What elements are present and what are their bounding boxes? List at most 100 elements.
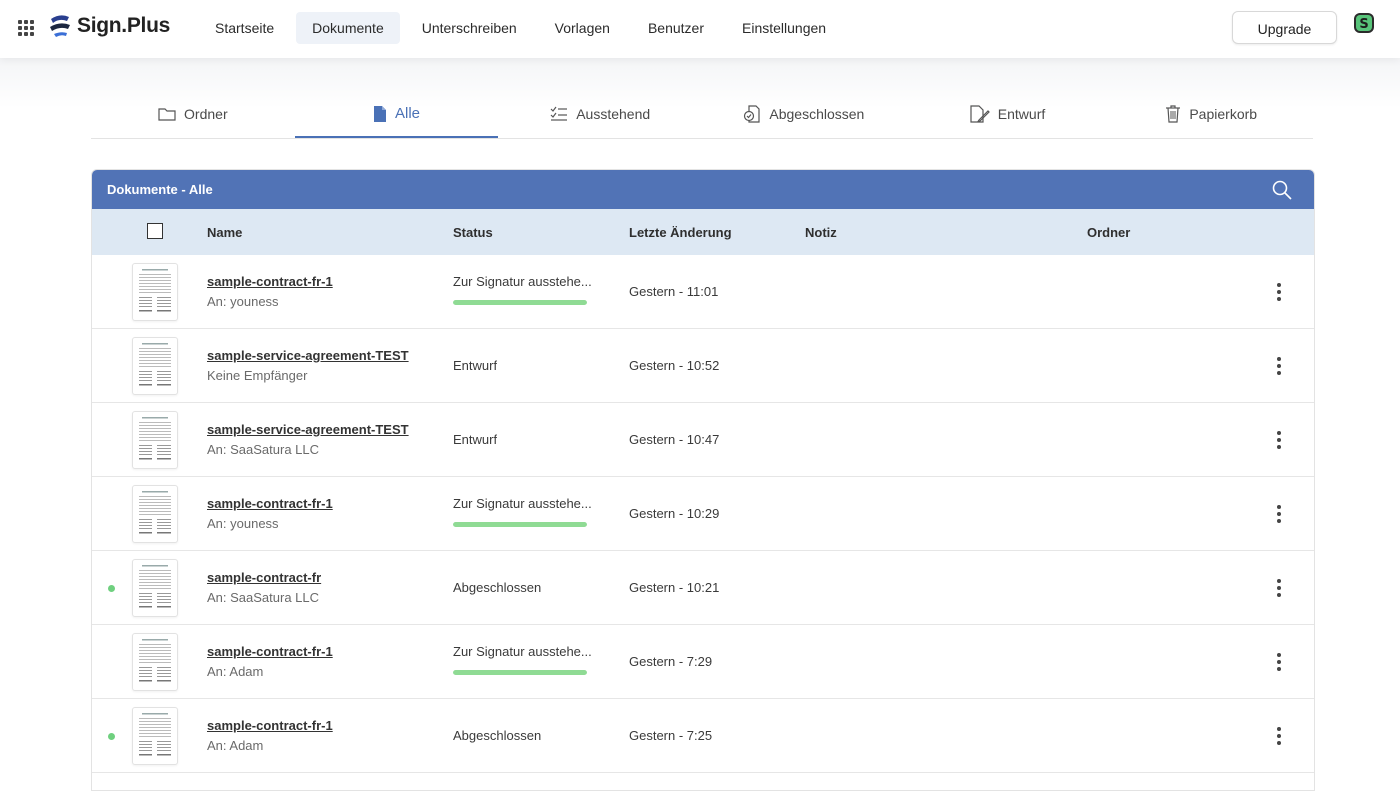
document-icon bbox=[374, 105, 386, 122]
svg-text:S: S bbox=[1359, 17, 1368, 32]
more-vertical-icon bbox=[1273, 727, 1285, 745]
column-header-name[interactable]: Name bbox=[207, 225, 242, 240]
last-modified: Gestern - 7:25 bbox=[629, 728, 713, 743]
document-name-link[interactable]: sample-contract-fr-1 bbox=[207, 718, 333, 733]
tab-ausstehend[interactable]: Ausstehend bbox=[498, 90, 702, 137]
document-recipient: An: SaaSatura LLC bbox=[207, 442, 320, 457]
sign-plus-logo[interactable]: Sign.Plus bbox=[48, 13, 170, 39]
last-modified: Gestern - 10:29 bbox=[629, 506, 720, 521]
document-thumbnail[interactable] bbox=[132, 337, 178, 395]
more-vertical-icon bbox=[1273, 653, 1285, 671]
document-recipient: Keine Empfänger bbox=[207, 368, 308, 383]
column-header-note: Notiz bbox=[805, 225, 837, 240]
status-text: Zur Signatur ausstehe... bbox=[453, 274, 592, 289]
nav-startseite[interactable]: Startseite bbox=[199, 12, 290, 44]
app-grid-icon[interactable] bbox=[18, 20, 35, 37]
document-name-link[interactable]: sample-contract-fr-1 bbox=[207, 644, 333, 659]
row-menu-button[interactable] bbox=[1273, 578, 1285, 598]
last-modified: Gestern - 10:21 bbox=[629, 580, 720, 595]
table-row[interactable]: sample-contract-fr-1 An: youness Zur Signa… bbox=[92, 255, 1314, 329]
status-text: Zur Signatur ausstehe... bbox=[453, 644, 592, 659]
document-thumbnail[interactable] bbox=[132, 263, 178, 321]
draft-icon bbox=[970, 104, 990, 123]
column-header-folder: Ordner bbox=[1087, 225, 1131, 240]
signature-progress-bar bbox=[453, 300, 587, 305]
nav-vorlagen[interactable]: Vorlagen bbox=[539, 12, 626, 44]
more-vertical-icon bbox=[1273, 579, 1285, 597]
column-header-status[interactable]: Status bbox=[453, 225, 493, 240]
completed-document-icon bbox=[744, 104, 760, 123]
nav-unterschreiben[interactable]: Unterschreiben bbox=[406, 12, 533, 44]
row-menu-button[interactable] bbox=[1273, 356, 1285, 376]
table-row[interactable]: sample-contract-fr-1 An: Adam Zur Signatur… bbox=[92, 625, 1314, 699]
document-thumbnail[interactable] bbox=[132, 485, 178, 543]
more-vertical-icon bbox=[1273, 505, 1285, 523]
tab-entwurf[interactable]: Entwurf bbox=[906, 90, 1110, 137]
document-name-link[interactable]: sample-contract-fr-1 bbox=[207, 496, 333, 511]
table-header-bar: Dokumente - Alle bbox=[92, 170, 1314, 209]
document-name-link[interactable]: sample-service-agreement-TEST bbox=[207, 348, 409, 363]
tab-label: Ordner bbox=[184, 105, 228, 122]
document-thumbnail[interactable] bbox=[132, 633, 178, 691]
document-name-link[interactable]: sample-service-agreement-TEST bbox=[207, 422, 409, 437]
tab-alle[interactable]: Alle bbox=[294, 90, 499, 138]
document-thumbnail-icon bbox=[139, 639, 171, 682]
document-thumbnail-icon bbox=[139, 343, 171, 386]
signature-progress-bar bbox=[453, 522, 587, 527]
search-icon bbox=[1272, 180, 1292, 200]
last-modified: Gestern - 10:47 bbox=[629, 432, 720, 447]
row-menu-button[interactable] bbox=[1273, 504, 1285, 524]
status-text: Entwurf bbox=[453, 432, 498, 447]
document-tabs: Ordner Alle Ausstehend Abgeschlossen Ent… bbox=[91, 90, 1313, 139]
user-avatar[interactable]: S bbox=[1353, 12, 1375, 34]
table-column-headers: Name Status Letzte Änderung Notiz Ordner bbox=[92, 209, 1314, 255]
document-recipient: An: Adam bbox=[207, 738, 264, 753]
document-recipient: An: Adam bbox=[207, 664, 264, 679]
documents-table: Dokumente - Alle Name Status Letzte Ände… bbox=[91, 169, 1315, 791]
unread-indicator bbox=[108, 733, 115, 740]
tab-abgeschlossen[interactable]: Abgeschlossen bbox=[702, 90, 906, 137]
document-recipient: An: youness bbox=[207, 294, 279, 309]
table-row[interactable]: sample-contract-fr-1 An: Adam Abgeschlosse… bbox=[92, 699, 1314, 773]
row-menu-button[interactable] bbox=[1273, 430, 1285, 450]
tab-label: Abgeschlossen bbox=[769, 105, 865, 122]
trash-icon bbox=[1166, 104, 1181, 123]
more-vertical-icon bbox=[1273, 431, 1285, 449]
document-thumbnail[interactable] bbox=[132, 559, 178, 617]
nav-einstellungen[interactable]: Einstellungen bbox=[726, 12, 842, 44]
nav-benutzer[interactable]: Benutzer bbox=[632, 12, 720, 44]
status-text: Zur Signatur ausstehe... bbox=[453, 496, 592, 511]
table-row[interactable]: sample-service-agreement-TEST An: SaaSatu… bbox=[92, 403, 1314, 477]
status-text: Entwurf bbox=[453, 358, 498, 373]
signature-progress-bar bbox=[453, 670, 587, 675]
document-name-link[interactable]: sample-contract-fr-1 bbox=[207, 274, 333, 289]
document-thumbnail[interactable] bbox=[132, 411, 178, 469]
last-modified: Gestern - 7:29 bbox=[629, 654, 713, 669]
document-thumbnail-icon bbox=[139, 269, 171, 312]
top-navigation-bar: Sign.Plus Startseite Dokumente Unterschr… bbox=[0, 0, 1400, 58]
document-thumbnail-icon bbox=[139, 491, 171, 534]
row-menu-button[interactable] bbox=[1273, 726, 1285, 746]
upgrade-button[interactable]: Upgrade bbox=[1232, 11, 1337, 44]
select-all-checkbox[interactable] bbox=[147, 223, 163, 239]
row-menu-button[interactable] bbox=[1273, 282, 1285, 302]
document-thumbnail-icon bbox=[139, 417, 171, 460]
document-name-link[interactable]: sample-contract-fr bbox=[207, 570, 321, 585]
table-row[interactable]: sample-contract-fr-1 An: youness Zur Signa… bbox=[92, 477, 1314, 551]
search-button[interactable] bbox=[1272, 180, 1292, 200]
main-nav: Startseite Dokumente Unterschreiben Vorl… bbox=[199, 12, 848, 44]
table-row[interactable]: sample-contract-fr An: SaaSatura LLC Abges… bbox=[92, 551, 1314, 625]
column-header-modified[interactable]: Letzte Änderung bbox=[629, 225, 732, 240]
table-row[interactable]: sample-service-agreement-TEST Keine Empfä… bbox=[92, 329, 1314, 403]
checklist-icon bbox=[550, 106, 568, 121]
document-recipient: An: youness bbox=[207, 516, 279, 531]
tab-label: Entwurf bbox=[997, 105, 1046, 122]
tab-label: Alle bbox=[395, 105, 421, 122]
document-thumbnail[interactable] bbox=[132, 707, 178, 765]
row-menu-button[interactable] bbox=[1273, 652, 1285, 672]
document-thumbnail-icon bbox=[139, 565, 171, 608]
tab-ordner[interactable]: Ordner bbox=[91, 90, 295, 137]
tab-papierkorb[interactable]: Papierkorb bbox=[1109, 90, 1313, 137]
nav-dokumente[interactable]: Dokumente bbox=[296, 12, 400, 44]
unread-indicator bbox=[108, 585, 115, 592]
